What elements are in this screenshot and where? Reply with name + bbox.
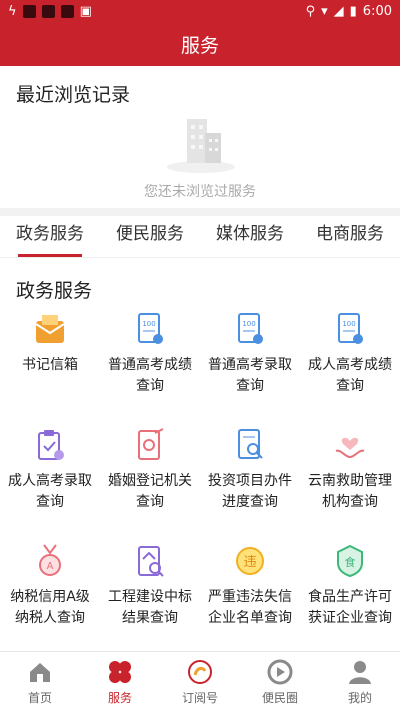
service-icon	[109, 661, 131, 683]
nav-home[interactable]: 首页	[0, 652, 80, 711]
nav-label: 首页	[27, 691, 52, 705]
service-label: 严重违法失信企业名单查询	[208, 589, 292, 626]
score-doc-icon: 100	[138, 313, 163, 344]
nav-label: 服务	[107, 691, 132, 705]
svg-text:A: A	[47, 561, 54, 572]
section-title: 政务服务	[16, 280, 93, 302]
nav-mine[interactable]: 我的	[320, 652, 400, 711]
service-label: 普通高考录取查询	[208, 357, 292, 394]
notification-icon	[60, 4, 74, 18]
service-item-adult-admission[interactable]: 成人高考录取查询	[0, 423, 100, 539]
nav-community[interactable]: 便民圈	[240, 652, 320, 711]
service-item-admission[interactable]: 100 普通高考录取查询	[200, 307, 300, 423]
service-item-violation[interactable]: 违 严重违法失信企业名单查询	[200, 539, 300, 655]
signal-icon: ◢	[333, 3, 344, 19]
service-label: 云南救助管理机构查询	[308, 473, 392, 510]
tab-gov-service[interactable]: 政务服务	[0, 216, 100, 257]
svg-text:食: 食	[345, 555, 356, 569]
service-label: 成人高考成绩查询	[308, 357, 392, 394]
nav-label: 便民圈	[261, 691, 298, 705]
empty-building-icon	[167, 119, 235, 173]
svg-text:100: 100	[342, 320, 355, 328]
service-grid: 书记信箱 100 普通高考成绩查询 100 普通高考录取查询 100 成人高考成…	[0, 307, 400, 655]
notification-icon	[22, 4, 36, 18]
location-icon: ⚲	[305, 3, 316, 19]
service-label: 纳税信用A级纳税人查询	[10, 589, 90, 626]
service-label: 成人高考录取查询	[8, 473, 92, 510]
play-circle-icon	[267, 659, 293, 685]
svg-text:100: 100	[242, 320, 255, 328]
service-item-investment[interactable]: 投资项目办件进度查询	[200, 423, 300, 539]
service-label: 工程建设中标结果查询	[108, 589, 192, 626]
service-label: 书记信箱	[22, 357, 78, 373]
adult-score-doc-icon: 100	[338, 313, 363, 344]
divider	[0, 208, 400, 216]
nav-label: 订阅号	[181, 691, 218, 705]
lightning-icon: ϟ	[8, 3, 17, 19]
marriage-cert-icon	[138, 428, 164, 460]
service-label: 投资项目办件进度查询	[208, 473, 292, 510]
empty-text: 您还未浏览过服务	[144, 184, 256, 200]
tab-media-service[interactable]: 媒体服务	[200, 216, 300, 257]
nav-label: 我的	[347, 691, 372, 705]
sim-icon: ▣	[79, 3, 92, 19]
svg-text:100: 100	[142, 320, 155, 328]
recent-title: 最近浏览记录	[16, 84, 131, 106]
status-left: ϟ ▣	[8, 4, 92, 19]
clipboard-icon	[38, 430, 64, 460]
nav-subscription[interactable]: 订阅号	[160, 652, 240, 711]
page-title: 服务	[180, 34, 219, 57]
medal-icon: A	[39, 544, 61, 576]
person-icon	[349, 661, 371, 684]
category-tabs: 政务服务 便民服务 媒体服务 电商服务	[0, 216, 400, 258]
mailbox-icon	[35, 315, 65, 343]
battery-icon: ▮	[349, 3, 357, 19]
status-bar: ϟ ▣ ⚲ ▾ ◢ ▮ 6:00	[0, 0, 400, 22]
nav-service[interactable]: 服务	[80, 652, 160, 711]
service-item-tax[interactable]: A 纳税信用A级纳税人查询	[0, 539, 100, 655]
app-bar: 服务	[0, 22, 400, 66]
building-search-icon	[138, 546, 164, 577]
home-icon	[30, 663, 50, 682]
tab-convenience-service[interactable]: 便民服务	[100, 216, 200, 257]
tab-ecommerce-service[interactable]: 电商服务	[300, 216, 400, 257]
status-time: 6:00	[362, 3, 392, 19]
admission-doc-icon: 100	[238, 313, 263, 344]
service-item-marriage[interactable]: 婚姻登记机关查询	[100, 423, 200, 539]
svg-text:违: 违	[243, 555, 256, 570]
service-item-bidding[interactable]: 工程建设中标结果查询	[100, 539, 200, 655]
service-label: 婚姻登记机关查询	[108, 473, 192, 510]
violation-icon: 违	[236, 547, 264, 575]
service-item-food-license[interactable]: 食 食品生产许可获证企业查询	[300, 539, 400, 655]
status-right: ⚲ ▾ ◢ ▮ 6:00	[306, 4, 392, 19]
bottom-nav: 首页 服务 订阅号 便民圈 我的	[0, 651, 400, 711]
service-label: 普通高考成绩查询	[108, 357, 192, 394]
service-label: 食品生产许可获证企业查询	[308, 589, 392, 626]
service-item-score[interactable]: 100 普通高考成绩查询	[100, 307, 200, 423]
notification-icon	[41, 4, 55, 18]
subscription-icon	[188, 660, 212, 684]
wifi-icon: ▾	[321, 3, 328, 19]
service-item-adult-score[interactable]: 100 成人高考成绩查询	[300, 307, 400, 423]
food-license-icon: 食	[337, 544, 363, 578]
service-item-relief[interactable]: 云南救助管理机构查询	[300, 423, 400, 539]
helping-hands-icon	[335, 437, 365, 459]
search-doc-icon	[238, 429, 263, 459]
service-item-mailbox[interactable]: 书记信箱	[0, 307, 100, 423]
